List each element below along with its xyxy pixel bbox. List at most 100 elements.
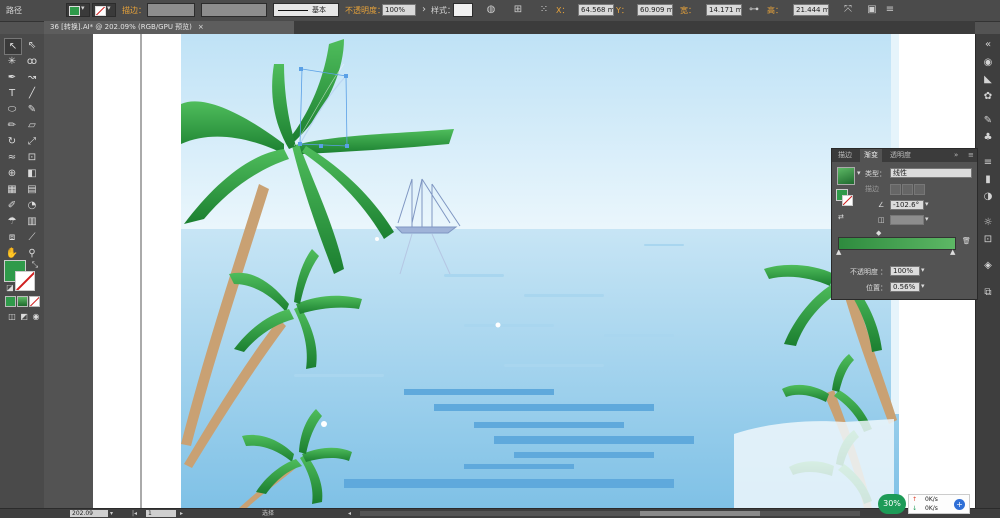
midpoint-diamond-icon[interactable]: ◆ [876,229,881,237]
color-mode-icon[interactable] [5,296,16,307]
perspective-grid-tool-icon[interactable]: ▦ [4,182,20,197]
dropdown-arrow-icon[interactable]: ▾ [925,200,929,208]
column-graph-tool-icon[interactable]: ▥ [24,214,40,229]
eyedropper-tool-icon[interactable]: ✐ [4,198,20,213]
selection-tool-icon[interactable]: ↖ [4,38,22,55]
graphic-style-swatch[interactable] [453,3,473,17]
dropdown-arrow-icon[interactable]: ▾ [857,169,861,177]
opacity-label[interactable]: 不透明度： [345,5,385,16]
document-tab[interactable]: 36 [转换].AI* @ 202.09% (RGB/GPU 预览) × [44,21,294,34]
panel-collapse-icon[interactable]: » [950,149,962,162]
symbol-sprayer-tool-icon[interactable]: ☂ [4,214,20,229]
scrollbar-thumb[interactable] [640,511,760,516]
stroke-indicator[interactable] [842,195,853,206]
align-icon[interactable]: ⊞ [512,4,524,16]
stroke-swatch[interactable]: ▾ [92,3,116,17]
constrain-proportions-icon[interactable]: ⊶ [748,4,760,16]
reference-point-icon[interactable]: ⁙ [538,4,550,16]
blend-tool-icon[interactable]: ◔ [24,198,40,213]
gradient-stop-left[interactable]: ▲ [836,248,841,256]
slice-tool-icon[interactable]: ⟋ [24,230,40,245]
aspect-ratio-field[interactable] [890,215,924,225]
direct-selection-tool-icon[interactable]: ⇖ [24,38,40,53]
stroke-weight-label[interactable]: 描边： [122,5,146,16]
tab-gradient[interactable]: 渐变 [860,149,882,162]
appearance-icon[interactable]: ◉ [981,56,995,70]
plus-icon[interactable]: + [954,499,965,510]
type-tool-icon[interactable]: T [4,86,20,101]
pen-tool-icon[interactable]: ✒ [4,70,20,85]
transparency-panel-icon[interactable]: ◑ [981,190,995,204]
stop-position-field[interactable]: 0.56% [890,282,920,292]
transform-icon[interactable]: ⤧ [842,4,854,16]
height-field[interactable]: 21.444 mm [793,4,829,16]
isolate-icon[interactable]: ▣ [866,4,878,16]
color-guide-icon[interactable]: ☼ [981,216,995,230]
panel-menu-icon[interactable]: ≡ [964,149,978,162]
gradient-tool-icon[interactable]: ▤ [24,182,40,197]
y-position-field[interactable]: 60.909 mm [637,4,673,16]
artboard-number-field[interactable]: 1 [146,510,176,517]
recolor-artwork-icon[interactable]: ◍ [485,4,497,16]
magic-wand-tool-icon[interactable]: ✳ [4,54,20,69]
opacity-field[interactable]: 100% [382,4,416,16]
warp-tool-icon[interactable]: ≈ [4,150,20,165]
zoom-field[interactable]: 202.09 [70,510,108,517]
stroke-gradient-mode-3[interactable] [914,184,925,195]
horizontal-scrollbar[interactable] [360,511,860,516]
artboard-tool-icon[interactable]: ⧈ [4,230,20,245]
stroke-weight-field[interactable] [147,3,195,17]
collapse-dock-icon[interactable]: « [981,38,995,52]
line-tool-icon[interactable]: ╱ [24,86,40,101]
width-field[interactable]: 14.171 mm [706,4,742,16]
close-icon[interactable]: × [198,23,204,31]
recolor-icon[interactable]: ✿ [981,90,995,104]
pencil-tool-icon[interactable]: ✏ [4,118,20,133]
scale-tool-icon[interactable]: ⤢ [24,134,40,149]
layers-icon[interactable]: ◈ [981,259,995,273]
gradient-stop-right[interactable]: ▲ [950,248,955,256]
free-transform-tool-icon[interactable]: ⊡ [24,150,40,165]
gradient-thumbnail[interactable] [837,167,855,185]
draw-inside-icon[interactable]: ◉ [28,309,44,324]
variable-width-profile[interactable] [201,3,267,17]
shape-builder-tool-icon[interactable]: ⊕ [4,166,20,181]
hand-tool-icon[interactable]: ✋ [4,246,20,261]
paintbrush-tool-icon[interactable]: ✎ [24,102,40,117]
tab-transparency[interactable]: 透明度 [886,149,915,162]
delete-stop-icon[interactable]: 🗑 [962,237,971,245]
reverse-gradient-icon[interactable]: ⇄ [838,213,844,221]
rotate-tool-icon[interactable]: ↻ [4,134,20,149]
default-fill-stroke-icon[interactable]: ◪ [2,280,18,295]
swap-fill-stroke-icon[interactable]: ⤡ [27,257,43,272]
lasso-tool-icon[interactable]: ꝏ [24,54,40,69]
stroke-gradient-mode-2[interactable] [902,184,913,195]
dropdown-arrow-icon[interactable]: ▾ [921,266,925,274]
graphic-styles-icon[interactable]: ◣ [981,73,995,87]
gradient-mode-icon[interactable] [17,296,28,307]
brushes-icon[interactable]: ✎ [981,114,995,128]
asset-export-icon[interactable]: ⊡ [981,233,995,247]
live-paint-tool-icon[interactable]: ◧ [24,166,40,181]
stop-opacity-field[interactable]: 100% [890,266,920,276]
angle-field[interactable]: -102.6° [890,200,924,210]
symbols-icon[interactable]: ♣ [981,131,995,145]
dropdown-arrow-icon[interactable]: ▾ [925,215,929,223]
ellipse-tool-icon[interactable]: ⬭ [4,102,20,117]
curvature-tool-icon[interactable]: ↝ [24,70,40,85]
artboards-icon[interactable]: ⧉ [981,286,995,300]
gradient-panel-icon[interactable]: ▮ [981,173,995,187]
stroke-gradient-mode-1[interactable] [890,184,901,195]
brush-definition-dropdown[interactable]: 基本 [273,3,339,17]
stroke-box[interactable] [15,271,35,291]
stroke-panel-icon[interactable]: ≡ [981,156,995,170]
network-percent-badge[interactable]: 30% [878,494,906,514]
chevron-right-icon[interactable]: › [418,4,430,16]
tab-stroke[interactable]: 描边 [834,149,856,162]
eraser-tool-icon[interactable]: ▱ [24,118,40,133]
gradient-slider[interactable] [838,237,956,250]
panel-menu-icon[interactable]: ≡ [884,4,896,16]
dropdown-arrow-icon[interactable]: ▾ [921,282,925,290]
fill-swatch[interactable]: ▾ [66,3,90,17]
x-position-field[interactable]: 64.568 mm [578,4,614,16]
